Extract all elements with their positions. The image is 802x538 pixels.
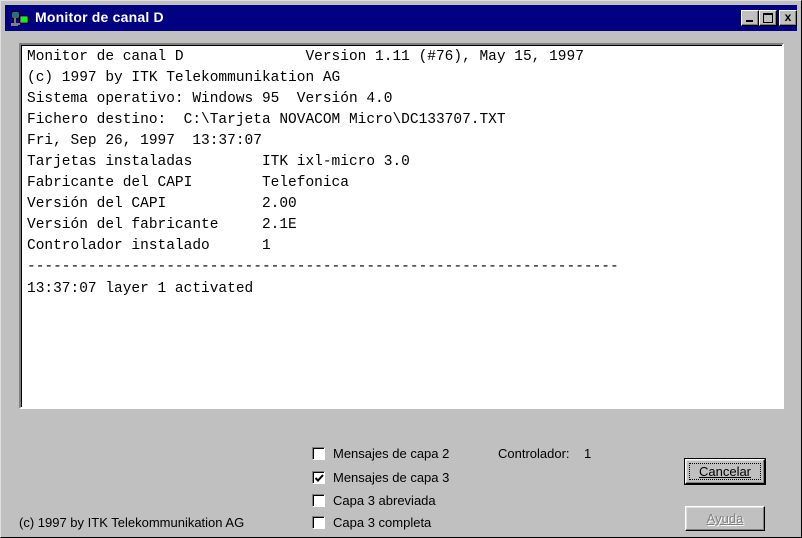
log-line: Controlador instalado 1 <box>27 238 271 254</box>
checkbox-capa2[interactable] <box>312 447 325 460</box>
log-line: (c) 1997 by ITK Telekommunikation AG <box>27 70 341 86</box>
help-button[interactable]: Ayuda <box>685 506 765 531</box>
controller-value: 1 <box>584 446 592 461</box>
minimize-button[interactable] <box>741 10 759 26</box>
checkbox-capa3[interactable] <box>312 471 325 484</box>
log-line: Sistema operativo: Windows 95 Versión 4.… <box>27 91 393 107</box>
checkbox-capa2-label: Mensajes de capa 2 <box>333 446 450 461</box>
checkmark-icon <box>314 474 324 482</box>
focus-rect <box>689 463 761 480</box>
close-icon: x <box>784 10 792 24</box>
checkbox-capa3-abreviada[interactable] <box>312 494 325 507</box>
log-line: Fri, Sep 26, 1997 13:37:07 <box>27 133 262 149</box>
log-line: Versión del fabricante 2.1E <box>27 217 297 233</box>
log-line: Fichero destino: C:\Tarjeta NOVACOM Micr… <box>27 112 506 128</box>
title-bar[interactable]: Monitor de canal D x <box>5 5 797 31</box>
minimize-icon <box>746 20 753 22</box>
log-separator: ----------------------------------------… <box>27 259 619 275</box>
log-line: Monitor de canal D Version 1.11 (#76), M… <box>27 49 584 65</box>
footer-copyright: (c) 1997 by ITK Telekommunikation AG <box>19 515 245 530</box>
log-output[interactable]: Monitor de canal D Version 1.11 (#76), M… <box>19 43 784 409</box>
checkbox-capa3-completa-label: Capa 3 completa <box>333 515 432 530</box>
checkbox-capa3-label: Mensajes de capa 3 <box>333 470 450 485</box>
maximize-icon <box>763 13 773 23</box>
maximize-button[interactable] <box>759 10 777 26</box>
checkbox-capa3-abreviada-label: Capa 3 abreviada <box>333 493 436 508</box>
log-line: Fabricante del CAPI Telefonica <box>27 175 349 191</box>
help-button-label: Ayuda <box>706 511 744 526</box>
close-button[interactable]: x <box>779 10 797 26</box>
window-title: Monitor de canal D <box>35 9 164 25</box>
log-line: Versión del CAPI 2.00 <box>27 196 297 212</box>
monitor-window: Monitor de canal D x Monitor de canal D … <box>0 0 802 538</box>
checkbox-capa3-completa[interactable] <box>312 516 325 529</box>
cancel-button[interactable]: Cancelar <box>684 458 766 485</box>
controller-label: Controlador: <box>498 446 570 461</box>
app-icon <box>11 10 29 26</box>
log-line: 13:37:07 layer 1 activated <box>27 281 254 297</box>
log-line: Tarjetas instaladas ITK ixl-micro 3.0 <box>27 154 410 170</box>
